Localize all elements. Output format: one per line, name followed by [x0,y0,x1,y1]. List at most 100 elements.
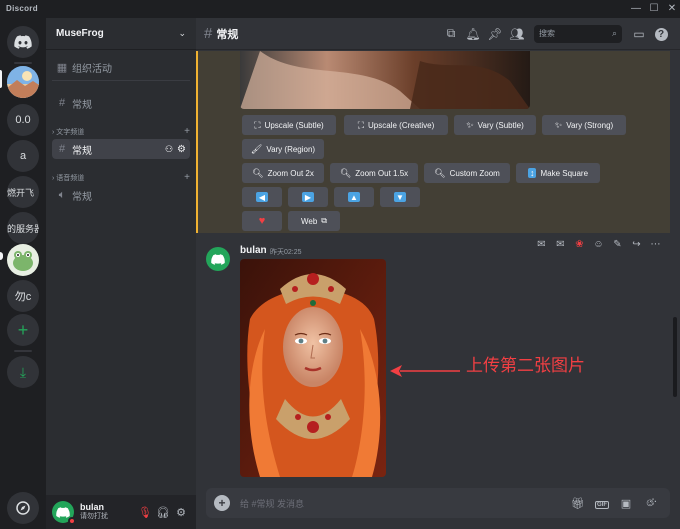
discover-button[interactable] [7,492,39,524]
channel-label: 常规 [72,191,92,203]
upload-plus-icon[interactable]: + [214,495,230,511]
selected-pill [0,252,3,260]
minimize-icon[interactable]: — [628,2,644,16]
mic-muted-icon[interactable]: 🎙︎ [136,506,154,519]
maximize-icon[interactable]: ☐ [646,2,662,16]
server-icon-4[interactable]: 的服务器 [7,212,39,244]
server-icon-landscape[interactable] [7,66,39,98]
inbox-icon[interactable]: ▭ [628,27,650,41]
edit-icon[interactable]: ✎ [608,239,627,250]
message-composer[interactable]: + 给 #常规 发消息 🎁︎ GIF ▣ ☺ [206,488,670,518]
server-icon-a[interactable]: a [7,140,39,172]
uploaded-portrait-image[interactable] [240,259,386,477]
reaction-icon[interactable]: ❀ [570,239,589,250]
gear-icon[interactable]: ⚙ [177,144,186,155]
upscale-subtle-button[interactable]: ⛶ Upscale (Subtle) [242,115,336,135]
paintbrush-icon: 🖌︎ [250,143,263,154]
search-box[interactable]: 搜索 ⌕ [534,24,622,43]
channel-label: 常规 [72,145,92,157]
username: bulan [80,502,104,513]
server-icon-3[interactable]: 燃开飞 [7,176,39,208]
voice-channel-general[interactable]: 🔈︎ 常规 [52,185,190,205]
more-icon[interactable]: ⋯ [646,239,665,250]
user-info[interactable]: bulan 请勿打扰 [80,502,136,521]
channel-sidebar: MuseFrog ⌄ ▦ 组织活动 # 常规 › 文字频道 + # 常规 ⚇ ⚙… [46,18,196,529]
apps-icon[interactable]: ⁘ [648,495,658,509]
pan-down-button[interactable]: ▼ [380,187,420,207]
avatar[interactable] [52,501,76,525]
search-placeholder: 搜索 [539,29,555,38]
envelope-icon[interactable]: ✉ [551,239,570,250]
channel-item-general-top[interactable]: # 常规 [52,93,190,113]
main-panel: # 常规 ⧉ 🔔︎ 📌︎ 👥︎ 搜索 ⌕ ▭ ? ⛶ Upscale (Subtl… [196,18,680,529]
message-list: ⛶ Upscale (Subtle) ⛶ Upscale (Creative) ✨︎… [196,51,670,489]
discord-logo-icon [14,35,32,49]
zoom-out-1-5x-button[interactable]: 🔍︎ Zoom Out 1.5x [330,163,418,183]
magnifier-icon: 🔍︎ [339,167,352,178]
annotation-arrow-icon [390,365,460,377]
help-icon[interactable]: ? [650,26,672,41]
text-channels-category[interactable]: › 文字频道 + [52,126,190,137]
button-label: Vary (Region) [266,144,316,154]
upscale-creative-button[interactable]: ⛶ Upscale (Creative) [344,115,448,135]
add-channel-icon[interactable]: + [184,172,190,183]
bell-icon[interactable]: 🔔︎ [462,27,484,41]
voice-channels-category[interactable]: › 语音频道 + [52,172,190,183]
server-icon-6[interactable]: 勿c [7,280,39,312]
reply-icon[interactable]: ↪ [627,239,646,250]
vary-strong-button[interactable]: ✨︎ Vary (Strong) [542,115,626,135]
members-icon[interactable]: 👥︎ [506,27,528,41]
home-button[interactable] [7,26,39,58]
channel-header: # 常规 ⧉ 🔔︎ 📌︎ 👥︎ 搜索 ⌕ ▭ ? [196,18,680,50]
vary-region-button[interactable]: 🖌︎ Vary (Region) [242,139,324,159]
close-icon[interactable]: ✕ [664,2,680,16]
events-label: 组织活动 [72,63,112,75]
arrow-left-icon: ◀ [256,192,268,202]
envelope-icon[interactable]: ✉ [532,239,551,250]
web-link-button[interactable]: Web ⧉ [288,211,340,231]
discord-logo-icon [56,506,70,518]
search-icon: ⌕ [611,28,617,38]
avatar[interactable] [206,247,230,271]
invite-icon[interactable]: ⚇ [165,144,173,155]
pan-up-button[interactable]: ▲ [334,187,374,207]
server-header[interactable]: MuseFrog ⌄ [46,18,196,50]
expand-icon: ⛶ [357,119,365,130]
scrollbar-thumb[interactable] [673,317,677,397]
server-icon-0-0[interactable]: 0.0 [7,104,39,136]
category-label: 语音频道 [56,174,85,182]
threads-icon[interactable]: ⧉ [440,26,462,41]
button-label: Upscale (Creative) [368,120,435,130]
rail-separator [14,62,32,64]
annotation-label: 上传第二张图片 [466,356,585,375]
make-square-button[interactable]: ↕ Make Square [516,163,600,183]
custom-zoom-button[interactable]: 🔍︎ Custom Zoom [424,163,510,183]
pin-icon[interactable]: 📌︎ [484,27,506,41]
vary-subtle-button[interactable]: ✨︎ Vary (Subtle) [454,115,536,135]
add-channel-icon[interactable]: + [184,126,190,137]
speaker-icon: 🔈︎ [58,188,66,201]
bot-message-highlight: ⛶ Upscale (Subtle) ⛶ Upscale (Creative) ✨︎… [196,51,670,233]
channel-item-general[interactable]: # 常规 ⚇ ⚙ [52,139,190,159]
message-author[interactable]: bulan [240,245,267,256]
headphones-icon[interactable]: 🎧︎ [154,506,172,519]
generated-image-crop[interactable] [240,51,530,109]
composer-placeholder: 给 #常规 发消息 [240,498,305,509]
favorite-button[interactable]: ♥ [242,211,282,231]
pan-left-button[interactable]: ◀ [242,187,282,207]
sticker-icon[interactable]: ▣ [614,497,638,510]
add-server-button[interactable]: + [7,314,39,346]
pan-right-button[interactable]: ▶ [288,187,328,207]
gif-icon[interactable]: GIF [590,497,614,509]
server-icon-musefrog[interactable] [7,244,39,276]
events-item[interactable]: ▦ 组织活动 [52,57,190,77]
title-bar: Discord — ☐ ✕ [0,0,680,18]
zoom-out-2x-button[interactable]: 🔍︎ Zoom Out 2x [242,163,324,183]
button-label: Vary (Subtle) [477,120,524,130]
gear-icon[interactable]: ⚙ [172,506,190,519]
download-apps-button[interactable]: ⤓ [7,356,39,388]
scrollbar[interactable] [672,51,678,489]
gift-icon[interactable]: 🎁︎ [566,497,590,510]
add-reaction-icon[interactable]: ☺ [589,239,608,250]
button-label: Zoom Out 1.5x [355,168,409,178]
